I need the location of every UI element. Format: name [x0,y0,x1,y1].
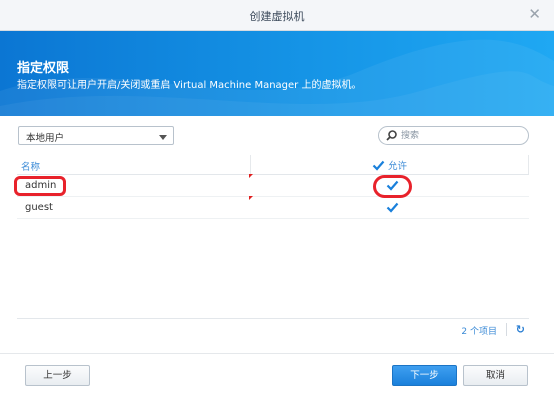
table-footer: 2 个项目 ↻ [17,318,529,340]
cancel-button[interactable]: 取消 [463,365,528,386]
table-row[interactable]: guest [17,196,529,219]
refresh-icon[interactable]: ↻ [516,323,525,336]
column-divider [528,155,529,174]
chevron-down-icon [159,135,167,140]
column-header-allow: 允许 [372,158,407,172]
search-icon [386,130,397,141]
permissions-table: 名称 允许 admin guest [17,155,529,345]
checkmark-icon [372,160,385,171]
close-icon[interactable]: ✕ [528,6,541,22]
item-count: 2 个项目 [461,327,497,337]
banner-wave-decoration [0,39,554,116]
column-header-name[interactable]: 名称 [21,159,40,173]
search-field[interactable] [378,126,529,145]
allow-checkbox-guest[interactable] [386,201,399,214]
table-header: 名称 允许 [17,155,529,175]
button-bar-divider [0,353,554,354]
window-title: 创建虚拟机 [249,10,305,23]
dirty-cell-marker [249,174,253,178]
search-input[interactable] [401,128,521,143]
next-button[interactable]: 下一步 [392,365,457,386]
annotation-highlight-admin [14,176,66,196]
checkmark-icon [386,202,399,213]
table-row[interactable]: admin [17,174,529,197]
banner-heading: 指定权限 [17,61,70,76]
user-type-selected: 本地用户 [26,133,65,144]
select-all-checkbox[interactable] [372,159,385,172]
dirty-cell-marker [249,196,253,200]
banner-description: 指定权限可让用户开启/关闭或重启 Virtual Machine Manager… [17,80,362,91]
annotation-highlight-checkbox [373,175,412,198]
user-name: guest [25,202,53,213]
column-divider [250,155,251,174]
user-type-dropdown[interactable]: 本地用户 [18,126,174,145]
footer-divider [506,323,507,336]
previous-button[interactable]: 上一步 [25,365,90,386]
column-header-allow-label: 允许 [388,161,408,172]
header-banner: 指定权限 指定权限可让用户开启/关闭或重启 Virtual Machine Ma… [0,31,554,116]
title-bar: 创建虚拟机 ✕ [0,0,554,31]
